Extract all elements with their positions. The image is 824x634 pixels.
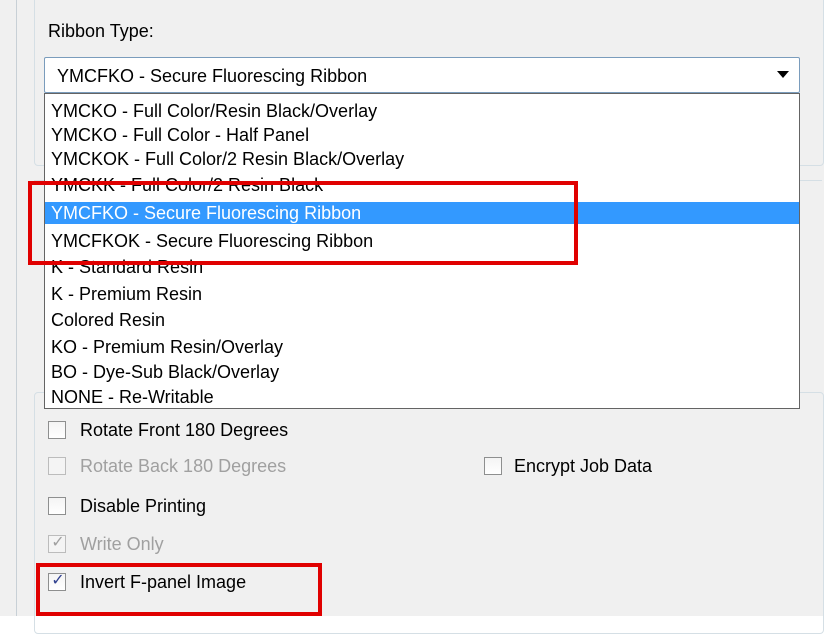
encrypt-job-data-label: Encrypt Job Data <box>514 456 653 476</box>
printer-settings-panel: Ribbon Type: YMCFKO - Secure Fluorescing… <box>0 0 824 634</box>
dropdown-option[interactable]: NONE - Re-Writable <box>45 386 799 408</box>
dropdown-option[interactable]: YMCKOK - Full Color/2 Resin Black/Overla… <box>45 148 799 170</box>
chevron-down-icon[interactable] <box>777 71 789 78</box>
write-only-label: Write Only <box>80 534 164 554</box>
rotate-back-label: Rotate Back 180 Degrees <box>80 456 287 476</box>
check-icon: ✓ <box>51 532 65 551</box>
dropdown-option[interactable]: YMCKO - Full Color/Resin Black/Overlay <box>45 100 799 122</box>
annotation-highlight-ribbon-options <box>28 181 578 265</box>
dropdown-option[interactable]: K - Premium Resin <box>45 283 799 305</box>
dropdown-option[interactable]: YMCKO - Full Color - Half Panel <box>45 124 799 146</box>
disable-printing-label: Disable Printing <box>80 496 207 516</box>
dropdown-option[interactable]: BO - Dye-Sub Black/Overlay <box>45 361 799 383</box>
disable-printing-checkbox[interactable] <box>48 497 66 515</box>
ribbon-type-combobox[interactable]: YMCFKO - Secure Fluorescing Ribbon <box>44 57 800 93</box>
ribbon-type-label: Ribbon Type: <box>48 21 154 41</box>
rotate-front-checkbox[interactable] <box>48 421 66 439</box>
frame-line-left <box>16 0 17 616</box>
rotate-front-label: Rotate Front 180 Degrees <box>80 420 289 440</box>
annotation-highlight-invert-fpanel <box>36 563 322 616</box>
encrypt-job-data-checkbox[interactable] <box>484 457 502 475</box>
ribbon-type-selected-value: YMCFKO - Secure Fluorescing Ribbon <box>57 66 368 86</box>
rotate-back-checkbox[interactable] <box>48 457 66 475</box>
dropdown-option[interactable]: Colored Resin <box>45 309 799 331</box>
write-only-checkbox[interactable]: ✓ <box>48 532 66 553</box>
dropdown-option[interactable]: KO - Premium Resin/Overlay <box>45 336 799 358</box>
